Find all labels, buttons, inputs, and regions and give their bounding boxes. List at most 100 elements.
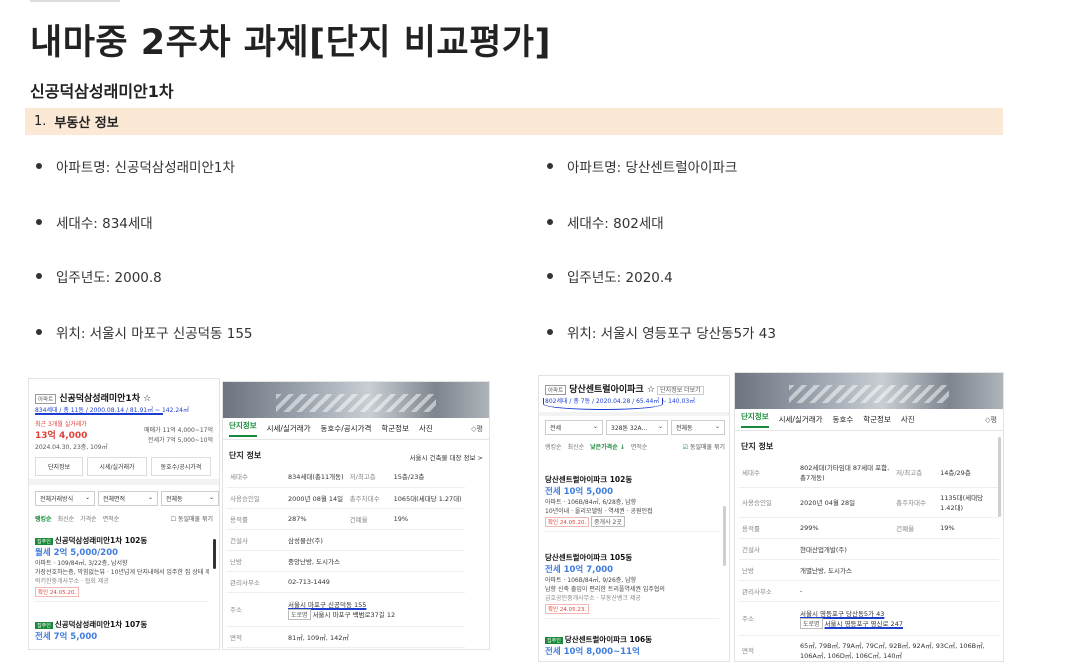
row-value: 287%	[285, 508, 347, 530]
callout-real-estate-info: 1. 부동산 정보	[25, 108, 1003, 135]
row-key: 난방	[227, 550, 285, 572]
road-name-tag: 도로명	[800, 617, 823, 629]
area-select[interactable]: 전체면적 ⌄	[98, 491, 158, 506]
list-item[interactable]: 집주인 신공덕삼성래미안1차 102동 월세 2억 5,000/200 아파트 ·…	[35, 535, 209, 602]
listing-desc: 아파트 · 106B/84㎡, 9/26층, 남향	[545, 577, 637, 584]
annotation-underline	[543, 398, 663, 410]
row-value: -	[797, 580, 999, 602]
building-registry-link[interactable]: 서울시 건축물 대장 정보 >	[409, 452, 483, 462]
area-select[interactable]: 328톤 32A... ⌄	[606, 420, 668, 435]
apt-name[interactable]: 신공덕삼성래미안1차 ☆	[59, 394, 151, 404]
same-listing-toggle[interactable]: ☐ 동일매물 묶기	[171, 514, 213, 523]
table-row: 건설사 현대산업개발(주)	[739, 538, 999, 560]
building-select[interactable]: 전체동 ⌄	[161, 491, 219, 506]
select-label: 전체동	[676, 425, 693, 432]
list-item[interactable]: 당산센트럴아이파크 105동 전세 10억 7,000 아파트 · 106B/8…	[545, 552, 719, 619]
row-key: 건폐율	[893, 517, 938, 539]
divider-band	[539, 412, 729, 416]
sort-area[interactable]: 면적순	[631, 442, 648, 451]
tab-unit[interactable]: 동호수	[833, 414, 854, 425]
listing-price: 전세 7억 5,000	[35, 632, 98, 642]
tab-photo[interactable]: 사진	[901, 414, 915, 425]
tab-school[interactable]: 학군정보	[863, 414, 891, 425]
filter-row: 전체거래방식 ⌄ 전체면적 ⌄ 전체동 ⌄	[35, 491, 219, 506]
trade-type-select[interactable]: 전세 ⌄	[545, 420, 603, 435]
bullet-dot-icon	[547, 329, 553, 335]
bullet-left-apt-name: 아파트명: 신공덕삼성래미안1차	[36, 156, 235, 176]
area-unit-toggle[interactable]: ◇평	[985, 415, 997, 425]
tab-unit-price[interactable]: 동호수/공시가격	[321, 423, 372, 434]
unit-price-button[interactable]: 동호수/공시가격	[151, 457, 211, 476]
scrollbar[interactable]	[998, 437, 1001, 517]
select-label: 전세	[550, 425, 562, 432]
row-key: 건설사	[739, 538, 797, 560]
list-item[interactable]: 당산센트럴아이파크 102동 전세 10억 5,000 아파트 · 106B/8…	[545, 474, 719, 532]
bullet-dot-icon	[547, 163, 553, 169]
row-value: 81㎡, 109㎡, 142㎡	[285, 626, 465, 648]
same-listing-label: 동일매물 묶기	[177, 516, 213, 523]
tab-complex-info[interactable]: 단지정보	[229, 420, 257, 437]
sort-price[interactable]: 가격순	[80, 514, 97, 523]
trade-type-select[interactable]: 전체거래방식 ⌄	[35, 491, 95, 506]
section-title: 신공덕삼성래미안1차	[30, 82, 174, 101]
price-button[interactable]: 시세/실거래가	[87, 457, 147, 476]
select-label: 전체면적	[103, 496, 126, 503]
road-address: 서울시 영등포구 영신로 247	[824, 619, 903, 628]
tab-complex-info[interactable]: 단지정보	[741, 411, 769, 428]
sort-latest[interactable]: 최신순	[568, 442, 585, 451]
road-address: 서울시 마포구 백범로37길 12	[312, 610, 396, 619]
area-unit-toggle[interactable]: ◇평	[471, 424, 483, 434]
sort-ranking[interactable]: 랭킹순	[35, 514, 52, 523]
chevron-down-icon: ⌄	[147, 494, 153, 501]
complex-info-button[interactable]: 단지정보	[35, 457, 83, 476]
scrollbar[interactable]	[213, 539, 216, 569]
sort-low-price[interactable]: 낮은가격순 ↓	[590, 442, 625, 451]
row-value: 02-713-1449	[285, 571, 465, 593]
bullet-text: 위치: 서울시 영등포구 당산동5가 43	[567, 326, 776, 342]
same-listing-toggle[interactable]: ☑ 동일매물 묶기	[683, 442, 725, 451]
sort-latest[interactable]: 최신순	[58, 514, 75, 523]
divider-band	[29, 479, 219, 485]
row-value: 834세대(총11개동)	[285, 466, 347, 488]
tab-photo[interactable]: 사진	[419, 423, 433, 434]
list-item[interactable]: 집주인 신공덕삼성래미안1차 107동 전세 7억 5,000	[35, 619, 209, 646]
agent-count[interactable]: 중개사 2곳	[591, 516, 625, 527]
table-row: 사용승인일 2020년 04월 28일 총주차대수 1135대(세대당 1.42대)	[739, 487, 999, 518]
more-info-button[interactable]: 단지정보 더보기	[657, 386, 704, 395]
scrollbar[interactable]	[723, 506, 726, 566]
bullet-right-households: 세대수: 802세대	[547, 212, 664, 232]
sort-ranking[interactable]: 랭킹순	[545, 442, 562, 451]
table-row: 건설사 삼성물산(주)	[227, 529, 465, 551]
row-value: 19%	[937, 517, 999, 539]
bullet-dot-icon	[36, 273, 42, 279]
row-value: 14층/29층	[937, 457, 999, 488]
right-complex-info-screenshot: 단지정보 시세/실거래가 동호수 학군정보 사진 ◇평 단지 정보 세대수 802…	[734, 372, 1004, 662]
apt-name[interactable]: 당산센트럴아이파크 ☆	[569, 385, 655, 395]
bullet-dot-icon	[547, 219, 553, 225]
card-buttons: 단지정보 시세/실거래가 동호수/공시가격	[35, 457, 211, 476]
row-value: 802세대(기타임대 87세대 포함, 총7개동)	[797, 457, 894, 488]
listing-date: 확인 24.05.20.	[35, 587, 80, 597]
info-table: 세대수 802세대(기타임대 87세대 포함, 총7개동) 저/최고층 14층/29층…	[739, 457, 999, 661]
chevron-down-icon: ⌄	[208, 494, 214, 501]
left-listing-screenshot: 아파트 신공덕삼성래미안1차 ☆ 834세대 / 총 11동 / 2000.08.…	[28, 378, 220, 650]
info-table: 세대수 834세대(총11개동) 저/최고층 15층/23층 사용승인일 2000년 0…	[227, 466, 465, 648]
row-key: 난방	[739, 559, 797, 581]
row-key: 관리사무소	[739, 580, 797, 602]
row-key: 사용승인일	[227, 487, 285, 509]
sort-chips: 랭킹순 최신순 가격순 면적순	[35, 514, 119, 523]
tab-price[interactable]: 시세/실거래가	[779, 414, 823, 425]
tab-school[interactable]: 학군정보	[381, 423, 409, 434]
row-value: 19%	[390, 508, 465, 530]
building-select[interactable]: 전체동 ⌄	[671, 420, 725, 435]
checkbox-checked-icon: ☑	[682, 444, 689, 451]
annotation-underline	[35, 413, 163, 415]
apt-type-badge: 아파트	[545, 385, 567, 395]
tab-price[interactable]: 시세/실거래가	[267, 423, 311, 434]
sort-area[interactable]: 면적순	[103, 514, 120, 523]
listing-date: 확인 24.05.23.	[545, 604, 590, 614]
bullet-text: 아파트명: 신공덕삼성래미안1차	[56, 160, 235, 176]
bullet-right-apt-name: 아파트명: 당산센트럴아이파크	[547, 156, 737, 176]
list-item[interactable]: 집주인 당산센트럴아이파크 106동 전세 10억 8,000~11억	[545, 634, 719, 661]
listing-agent: 금호공인중개사무소 · 부동산뱅크 제공	[545, 595, 641, 602]
